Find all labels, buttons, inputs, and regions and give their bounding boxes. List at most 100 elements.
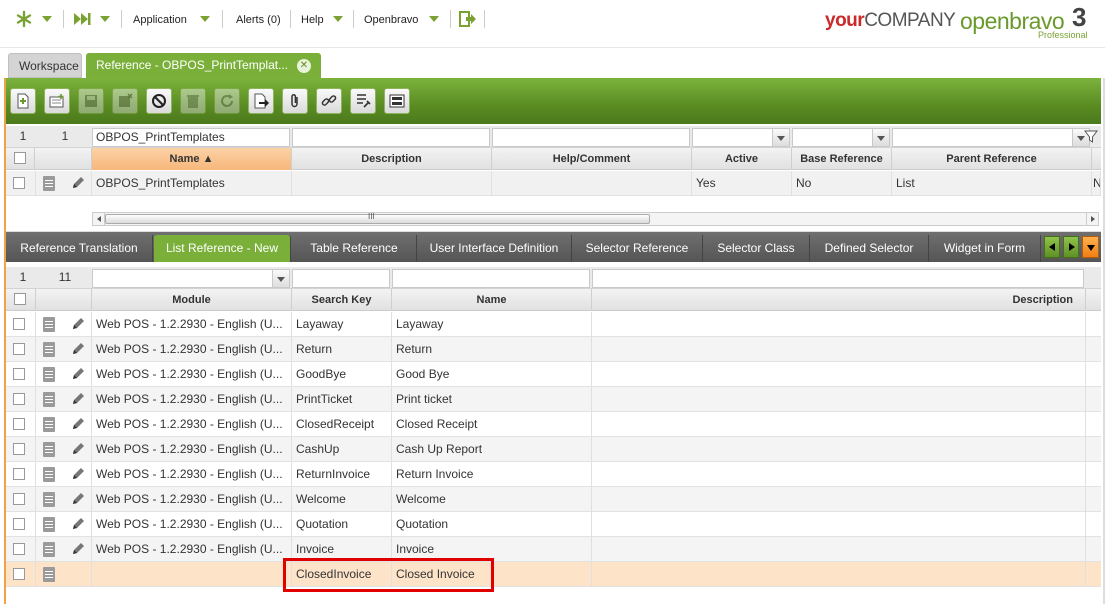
parent-reference-filter-select[interactable] bbox=[892, 128, 1082, 147]
row-checkbox[interactable] bbox=[13, 177, 25, 189]
application-dropdown-icon[interactable] bbox=[200, 16, 210, 22]
row-checkbox[interactable] bbox=[13, 518, 25, 530]
quick-create-dropdown-icon[interactable] bbox=[42, 16, 52, 22]
tab-selector-class[interactable]: Selector Class bbox=[703, 235, 810, 262]
undo-button[interactable] bbox=[146, 88, 172, 114]
quick-launch-dropdown-icon[interactable] bbox=[100, 16, 110, 22]
help-menu[interactable]: Help bbox=[301, 12, 324, 28]
name-column-header[interactable]: Name ▲ bbox=[92, 148, 292, 170]
user-profile-menu[interactable]: Openbravo bbox=[364, 12, 418, 28]
save-button[interactable] bbox=[78, 88, 104, 114]
document-icon[interactable] bbox=[43, 342, 55, 357]
attachment-button[interactable] bbox=[282, 88, 308, 114]
tab-widget-in-form[interactable]: Widget in Form bbox=[929, 235, 1041, 262]
document-icon[interactable] bbox=[43, 492, 55, 507]
document-icon[interactable] bbox=[43, 467, 55, 482]
pencil-icon[interactable] bbox=[70, 341, 86, 357]
parent-reference-column-header[interactable]: Parent Reference bbox=[892, 148, 1092, 170]
tab-scroll-left-icon[interactable] bbox=[1044, 236, 1060, 258]
row-checkbox[interactable] bbox=[13, 368, 25, 380]
active-filter-dropdown-icon[interactable] bbox=[772, 128, 790, 147]
description-filter-input[interactable] bbox=[592, 269, 1084, 288]
table-row[interactable]: ClosedInvoice Closed Invoice bbox=[6, 562, 1101, 587]
pencil-icon[interactable] bbox=[70, 391, 86, 407]
quick-create-icon[interactable] bbox=[14, 8, 34, 30]
scroll-right-icon[interactable] bbox=[1086, 213, 1098, 225]
table-row[interactable]: Web POS - 1.2.2930 - English (U... Return… bbox=[6, 337, 1101, 362]
help-filter-input[interactable] bbox=[492, 128, 690, 147]
new-document-button[interactable] bbox=[10, 88, 36, 114]
pencil-icon[interactable] bbox=[70, 466, 86, 482]
base-reference-column-header[interactable]: Base Reference bbox=[792, 148, 892, 170]
table-row[interactable]: Web POS - 1.2.2930 - English (U... Quotat… bbox=[6, 512, 1101, 537]
table-row[interactable]: Web POS - 1.2.2930 - English (U... Return… bbox=[6, 462, 1101, 487]
table-row[interactable]: Web POS - 1.2.2930 - English (U... Closed… bbox=[6, 412, 1101, 437]
search-key-filter-input[interactable] bbox=[292, 269, 390, 288]
description-column-header[interactable]: Description bbox=[292, 148, 492, 170]
document-icon[interactable] bbox=[43, 317, 55, 332]
document-icon[interactable] bbox=[43, 442, 55, 457]
tab-workspace[interactable]: Workspace bbox=[8, 53, 82, 78]
user-profile-dropdown-icon[interactable] bbox=[429, 16, 439, 22]
pencil-icon[interactable] bbox=[70, 366, 86, 382]
tab-table-reference[interactable]: Table Reference bbox=[292, 235, 417, 262]
delete-button[interactable] bbox=[180, 88, 206, 114]
document-icon[interactable] bbox=[43, 367, 55, 382]
close-tab-icon[interactable]: ✕ bbox=[297, 59, 311, 73]
new-row-button[interactable] bbox=[44, 88, 70, 114]
tab-user-interface-definition[interactable]: User Interface Definition bbox=[417, 235, 572, 262]
save-close-button[interactable] bbox=[112, 88, 138, 114]
filter-icon[interactable] bbox=[1084, 130, 1098, 144]
audit-trail-button[interactable] bbox=[350, 88, 376, 114]
document-icon[interactable] bbox=[43, 567, 55, 582]
table-row[interactable]: Web POS - 1.2.2930 - English (U... Invoic… bbox=[6, 537, 1101, 562]
pencil-icon[interactable] bbox=[70, 516, 86, 532]
description-column-header[interactable]: Description bbox=[592, 289, 1086, 311]
name-filter-input[interactable] bbox=[392, 269, 590, 288]
link-button[interactable] bbox=[316, 88, 342, 114]
export-button[interactable] bbox=[248, 88, 274, 114]
name-filter-input[interactable]: OBPOS_PrintTemplates bbox=[92, 128, 290, 147]
scroll-left-icon[interactable] bbox=[93, 213, 105, 225]
tab-reference-translation[interactable]: Reference Translation bbox=[6, 235, 153, 262]
grid-view-toggle-button[interactable] bbox=[384, 88, 410, 114]
table-row[interactable]: Web POS - 1.2.2930 - English (U... Layawa… bbox=[6, 312, 1101, 337]
pencil-icon[interactable] bbox=[70, 175, 86, 191]
row-checkbox[interactable] bbox=[13, 543, 25, 555]
pencil-icon[interactable] bbox=[70, 541, 86, 557]
name-column-header[interactable]: Name bbox=[392, 289, 592, 311]
active-column-header[interactable]: Active bbox=[692, 148, 792, 170]
scrollbar-thumb[interactable]: III bbox=[105, 212, 650, 224]
pencil-icon[interactable] bbox=[70, 491, 86, 507]
application-menu[interactable]: Application bbox=[133, 12, 187, 28]
tab-scroll-right-icon[interactable] bbox=[1063, 236, 1079, 258]
refresh-button[interactable] bbox=[214, 88, 240, 114]
row-checkbox[interactable] bbox=[13, 318, 25, 330]
quick-launch-icon[interactable] bbox=[72, 8, 92, 30]
table-row[interactable]: Web POS - 1.2.2930 - English (U... PrintT… bbox=[6, 387, 1101, 412]
base-reference-filter-dropdown-icon[interactable] bbox=[872, 128, 890, 147]
module-column-header[interactable]: Module bbox=[92, 289, 292, 311]
table-row[interactable]: Web POS - 1.2.2930 - English (U... CashUp… bbox=[6, 437, 1101, 462]
row-checkbox[interactable] bbox=[13, 418, 25, 430]
help-comment-column-header[interactable]: Help/Comment bbox=[492, 148, 692, 170]
help-dropdown-icon[interactable] bbox=[333, 16, 343, 22]
tab-selector-reference[interactable]: Selector Reference bbox=[572, 235, 703, 262]
pencil-icon[interactable] bbox=[70, 441, 86, 457]
tab-reference-active[interactable]: Reference - OBPOS_PrintTemplat... bbox=[86, 53, 321, 78]
table-row[interactable]: Web POS - 1.2.2930 - English (U... GoodBy… bbox=[6, 362, 1101, 387]
horizontal-scrollbar[interactable]: III bbox=[92, 212, 1099, 226]
tab-list-reference-new[interactable]: List Reference - New bbox=[154, 235, 291, 262]
row-checkbox[interactable] bbox=[13, 468, 25, 480]
description-filter-input[interactable] bbox=[292, 128, 490, 147]
logout-icon[interactable] bbox=[458, 8, 478, 30]
document-icon[interactable] bbox=[43, 517, 55, 532]
document-icon[interactable] bbox=[43, 417, 55, 432]
module-filter-dropdown-icon[interactable] bbox=[272, 269, 290, 288]
row-checkbox[interactable] bbox=[13, 493, 25, 505]
row-checkbox[interactable] bbox=[13, 393, 25, 405]
module-filter-select[interactable] bbox=[92, 269, 290, 288]
tab-defined-selector[interactable]: Defined Selector bbox=[810, 235, 929, 262]
table-row[interactable]: OBPOS_PrintTemplates Yes No List N bbox=[6, 171, 1101, 196]
row-checkbox[interactable] bbox=[13, 343, 25, 355]
